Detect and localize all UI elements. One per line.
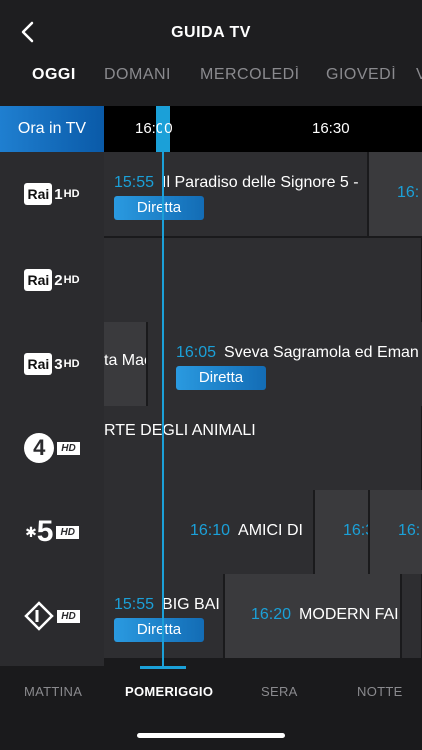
program-cell[interactable]: 16:10 AMICI DI bbox=[104, 490, 314, 574]
tab-oggi[interactable]: OGGI bbox=[32, 66, 76, 84]
program-cell[interactable]: 16: bbox=[370, 490, 422, 574]
program-cell[interactable]: 16:20 MODERN FAI bbox=[225, 574, 401, 658]
rai2-logo: Rai 2 HD bbox=[24, 269, 80, 291]
tab-pomeriggio[interactable]: POMERIGGIO bbox=[125, 684, 213, 699]
tab-venerdi[interactable]: V bbox=[416, 66, 422, 84]
program-cell[interactable]: 16: bbox=[369, 152, 422, 236]
row-canale5: 16:10AMICI DI 16:3 16: bbox=[104, 490, 422, 574]
channel-canale5[interactable]: ✱ 5 HD bbox=[0, 490, 104, 574]
channel-rai2[interactable]: Rai 2 HD bbox=[0, 238, 104, 322]
rai3-logo: Rai 3 HD bbox=[24, 353, 80, 375]
channel-rai3[interactable]: Rai 3 HD bbox=[0, 322, 104, 406]
program-cell[interactable]: RTE DEGLI ANIMALI bbox=[104, 406, 422, 490]
row-rai1: 15:55 Il Paradiso delle Signore 5 - Diret… bbox=[104, 152, 422, 236]
live-badge: Diretta bbox=[114, 196, 204, 220]
program-grid: 15:55 Il Paradiso delle Signore 5 - Diret… bbox=[104, 152, 422, 666]
live-badge: Diretta bbox=[114, 618, 204, 642]
tab-sera[interactable]: SERA bbox=[261, 684, 298, 699]
channel-italia1[interactable]: HD bbox=[0, 574, 104, 658]
program-cell[interactable] bbox=[402, 574, 422, 658]
live-badge: Diretta bbox=[176, 366, 266, 390]
program-cell[interactable]: 15:55 BIG BAI Diretta bbox=[104, 574, 224, 658]
canale5-logo: ✱ 5 HD bbox=[25, 515, 79, 549]
program-cell[interactable]: ta Mae bbox=[104, 322, 147, 406]
channel-rai1[interactable]: Rai 1 HD bbox=[0, 152, 104, 236]
tab-giovedi[interactable]: GIOVEDÌ bbox=[326, 66, 396, 84]
tab-mercoledi[interactable]: MERCOLEDÌ bbox=[200, 66, 300, 84]
row-rai3: ta Mae 16:05Sveva Sagramola ed Eman Dire… bbox=[104, 322, 422, 406]
now-line bbox=[162, 106, 164, 666]
rete4-logo: 4 HD bbox=[24, 433, 80, 463]
row-rete4: RTE DEGLI ANIMALI bbox=[104, 406, 422, 490]
rai1-logo: Rai 1 HD bbox=[24, 183, 80, 205]
home-indicator bbox=[137, 733, 285, 738]
time-label: 16:00 bbox=[135, 120, 173, 137]
tab-notte[interactable]: NOTTE bbox=[357, 684, 403, 699]
tab-domani[interactable]: DOMANI bbox=[104, 66, 171, 84]
program-cell[interactable]: 15:55 Il Paradiso delle Signore 5 - Diret… bbox=[104, 152, 368, 236]
row-rai2 bbox=[104, 238, 422, 322]
header: GUIDA TV OGGI DOMANI MERCOLEDÌ GIOVEDÌ V bbox=[0, 0, 422, 106]
ora-in-tv-button[interactable]: Ora in TV bbox=[0, 106, 104, 152]
star-icon: ✱ bbox=[25, 523, 37, 540]
program-cell[interactable] bbox=[104, 238, 422, 322]
day-tabs: OGGI DOMANI MERCOLEDÌ GIOVEDÌ V bbox=[0, 66, 422, 92]
program-cell[interactable]: 16:05 Sveva Sagramola ed Eman Diretta bbox=[148, 322, 422, 406]
italia1-icon bbox=[24, 601, 55, 631]
tab-mattina[interactable]: MATTINA bbox=[24, 684, 82, 699]
time-bar: Ora in TV 16:00 16:30 bbox=[0, 106, 422, 152]
channel-list: Rai 1 HD Rai 2 HD Rai 3 HD 4 HD ✱ 5 HD H… bbox=[0, 152, 104, 666]
program-cell[interactable]: 16:3 bbox=[315, 490, 369, 574]
page-title: GUIDA TV bbox=[171, 24, 251, 41]
active-tab-indicator bbox=[140, 666, 186, 669]
time-label: 16:30 bbox=[312, 120, 350, 137]
channel-rete4[interactable]: 4 HD bbox=[0, 406, 104, 490]
row-italia1: 15:55 BIG BAI Diretta 16:20 MODERN FAI bbox=[104, 574, 422, 658]
italia1-logo: HD bbox=[24, 601, 80, 631]
